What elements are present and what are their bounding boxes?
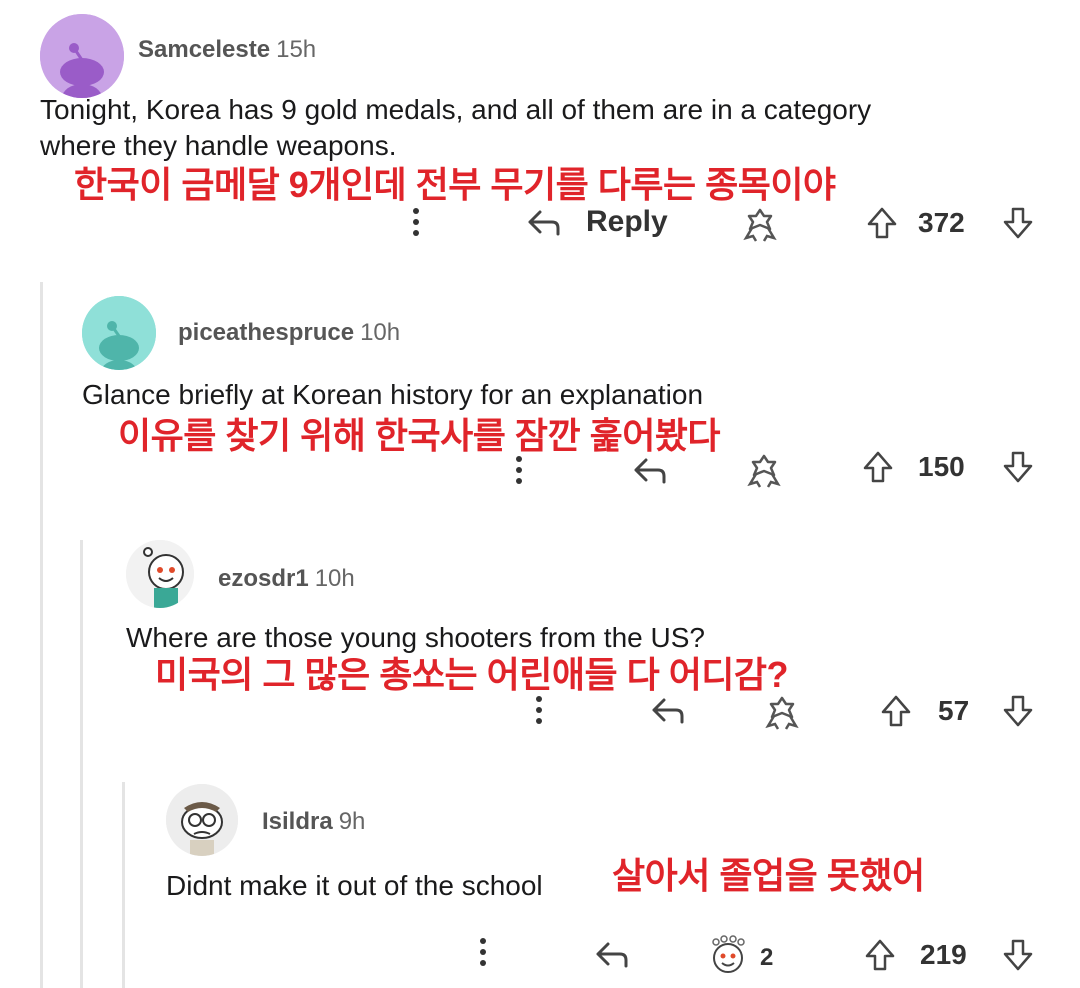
downvote-arrow-icon[interactable] [1002, 206, 1034, 240]
translation-caption: 이유를 찾기 위해 한국사를 잠깐 훑어봤다 [118, 415, 721, 456]
more-options-icon[interactable] [413, 208, 419, 241]
translation-caption: 미국의 그 많은 총쏘는 어린애들 다 어디감? [155, 654, 789, 695]
downvote-arrow-icon[interactable] [1002, 694, 1034, 728]
upvote-arrow-icon[interactable] [880, 694, 912, 728]
upvote-arrow-icon[interactable] [866, 206, 898, 240]
avatar[interactable] [82, 296, 156, 370]
snoo-avatar-icon [82, 296, 156, 370]
more-options-icon[interactable] [516, 456, 522, 489]
avatar[interactable] [40, 14, 124, 98]
snoo-avatar-icon [166, 784, 238, 856]
award-icon[interactable] [740, 206, 780, 242]
wholesome-award-icon[interactable] [706, 934, 750, 974]
reply-arrow-icon[interactable] [526, 208, 562, 238]
snoo-avatar-icon [40, 14, 124, 98]
reply-arrow-icon[interactable] [632, 456, 668, 486]
timestamp: 9h [338, 808, 366, 835]
username[interactable]: piceathespruce [178, 319, 354, 346]
comment-body-line-1: Glance briefly at Korean history for an … [82, 379, 704, 410]
thread-line-3 [122, 782, 125, 988]
vote-score: 57 [938, 695, 970, 726]
comment-body-line-1: Where are those young shooters from the … [126, 622, 705, 653]
timestamp: 15h [276, 36, 317, 63]
avatar[interactable] [126, 540, 194, 608]
reply-arrow-icon[interactable] [594, 940, 630, 970]
vote-score: 150 [918, 451, 965, 482]
comment-meta: Isildra 9h [262, 808, 365, 836]
award-icon[interactable] [744, 452, 784, 488]
downvote-arrow-icon[interactable] [1002, 938, 1034, 972]
comment-body-line-1: Didnt make it out of the school [166, 870, 543, 901]
comment-body-line-2: where they handle weapons. [40, 130, 397, 161]
translation-caption: 한국이 금메달 9개인데 전부 무기를 다루는 종목이야 [74, 164, 836, 205]
award-count: 2 [760, 944, 774, 971]
username[interactable]: Samceleste [138, 36, 270, 63]
upvote-arrow-icon[interactable] [862, 450, 894, 484]
thread-line-2 [80, 540, 83, 988]
upvote-arrow-icon[interactable] [864, 938, 896, 972]
more-options-icon[interactable] [480, 938, 486, 971]
username[interactable]: ezosdr1 [218, 565, 309, 592]
comment-meta: ezosdr1 10h [218, 565, 355, 593]
vote-score: 219 [920, 939, 967, 970]
timestamp: 10h [360, 319, 401, 346]
comment-meta: Samceleste 15h [138, 36, 316, 64]
thread-line-1 [40, 282, 43, 988]
timestamp: 10h [314, 565, 355, 592]
vote-score: 372 [918, 207, 965, 238]
reply-arrow-icon[interactable] [650, 696, 686, 726]
downvote-arrow-icon[interactable] [1002, 450, 1034, 484]
more-options-icon[interactable] [536, 696, 542, 729]
snoo-avatar-icon [126, 540, 194, 608]
reply-button[interactable]: Reply [586, 205, 668, 239]
avatar[interactable] [166, 784, 238, 856]
award-icon[interactable] [762, 694, 802, 730]
translation-caption: 살아서 졸업을 못했어 [612, 855, 925, 896]
comment-body-line-1: Tonight, Korea has 9 gold medals, and al… [40, 94, 872, 125]
comment-meta: piceathespruce 10h [178, 319, 400, 347]
username[interactable]: Isildra [262, 808, 333, 835]
